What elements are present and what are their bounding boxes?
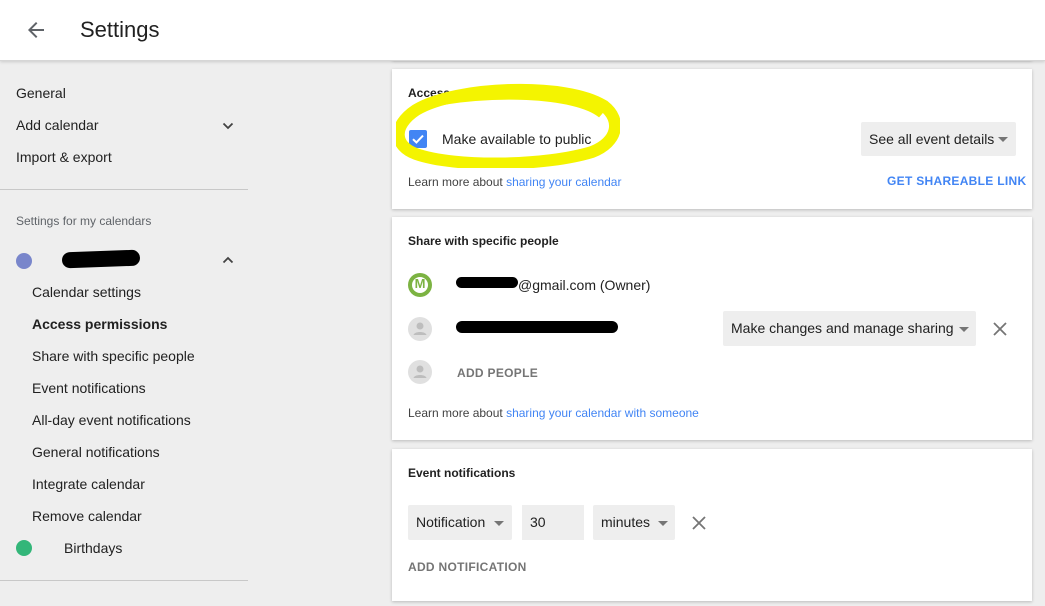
section-label: Settings for my calendars xyxy=(16,214,152,228)
sidebar-item-import-export[interactable]: Import & export xyxy=(16,149,112,165)
visibility-select[interactable]: See all event details xyxy=(861,122,1016,156)
add-notification-button[interactable]: ADD NOTIFICATION xyxy=(408,560,527,574)
chevron-up-icon[interactable] xyxy=(220,252,236,268)
highlight-annotation-icon xyxy=(396,83,620,168)
learn-more-text: Learn more about sharing your calendar xyxy=(408,175,621,189)
share-people-card: Share with specific people M @gmail.com … xyxy=(392,217,1032,440)
remove-notification-close-icon[interactable] xyxy=(692,516,706,530)
owner-email: @gmail.com (Owner) xyxy=(518,277,651,293)
sidebar-divider xyxy=(0,580,248,581)
calendar-color-dot xyxy=(16,253,32,269)
app-header: Settings xyxy=(0,0,1045,61)
notification-unit-value: minutes xyxy=(601,514,651,530)
back-arrow-icon[interactable] xyxy=(20,14,52,46)
remove-person-close-icon[interactable] xyxy=(993,322,1007,336)
card-title: Event notifications xyxy=(408,466,516,480)
sharing-calendar-link[interactable]: sharing your calendar xyxy=(506,175,621,189)
owner-avatar-letter: M xyxy=(414,276,426,291)
notification-type-value: Notification xyxy=(416,514,486,530)
event-notifications-card: Event notifications Notification 30 minu… xyxy=(392,449,1032,601)
birthdays-color-dot xyxy=(16,540,32,556)
sidebar-item-access-permissions[interactable]: Access permissions xyxy=(32,316,167,332)
sidebar-item-general-notifications[interactable]: General notifications xyxy=(32,444,160,460)
person-avatar-icon xyxy=(408,317,432,341)
chevron-down-icon[interactable] xyxy=(220,118,236,134)
redacted-owner-email xyxy=(456,277,518,288)
sidebar-divider xyxy=(0,189,248,190)
page-title: Settings xyxy=(80,17,160,42)
add-people-button[interactable]: ADD PEOPLE xyxy=(457,366,538,380)
sidebar-item-calendar-settings[interactable]: Calendar settings xyxy=(32,284,141,300)
permission-select-value: Make changes and manage sharing xyxy=(731,320,954,336)
dropdown-arrow-icon xyxy=(959,326,969,332)
sidebar-item-all-day-notifications[interactable]: All-day event notifications xyxy=(32,412,191,428)
card-title: Share with specific people xyxy=(408,234,559,248)
sidebar-item-remove-calendar[interactable]: Remove calendar xyxy=(32,508,142,524)
owner-avatar: M xyxy=(408,273,432,297)
notification-amount-input[interactable]: 30 xyxy=(522,505,584,540)
sharing-with-someone-link[interactable]: sharing your calendar with someone xyxy=(506,406,699,420)
sidebar: General Add calendar Import & export Set… xyxy=(0,62,248,606)
sidebar-item-integrate-calendar[interactable]: Integrate calendar xyxy=(32,476,145,492)
dropdown-arrow-icon xyxy=(494,520,504,526)
dropdown-arrow-icon xyxy=(658,520,668,526)
sidebar-item-general[interactable]: General xyxy=(16,85,66,101)
visibility-select-value: See all event details xyxy=(869,131,995,147)
learn-more-prefix: Learn more about xyxy=(408,406,507,420)
learn-more-prefix: Learn more about xyxy=(408,175,507,189)
add-person-avatar-icon xyxy=(408,360,432,384)
dropdown-arrow-icon xyxy=(998,137,1008,142)
notification-unit-select[interactable]: minutes xyxy=(593,505,675,540)
get-shareable-link-button[interactable]: GET SHAREABLE LINK xyxy=(887,174,1026,188)
sidebar-item-share-specific-people[interactable]: Share with specific people xyxy=(32,348,195,364)
learn-more-text: Learn more about sharing your calendar w… xyxy=(408,406,699,420)
redacted-calendar-name xyxy=(61,249,141,269)
redacted-person-email xyxy=(456,321,618,333)
permission-select[interactable]: Make changes and manage sharing xyxy=(723,311,976,346)
notification-type-select[interactable]: Notification xyxy=(408,505,512,540)
sidebar-item-add-calendar[interactable]: Add calendar xyxy=(16,117,99,133)
sidebar-item-event-notifications[interactable]: Event notifications xyxy=(32,380,146,396)
sidebar-item-birthdays[interactable]: Birthdays xyxy=(64,540,122,556)
